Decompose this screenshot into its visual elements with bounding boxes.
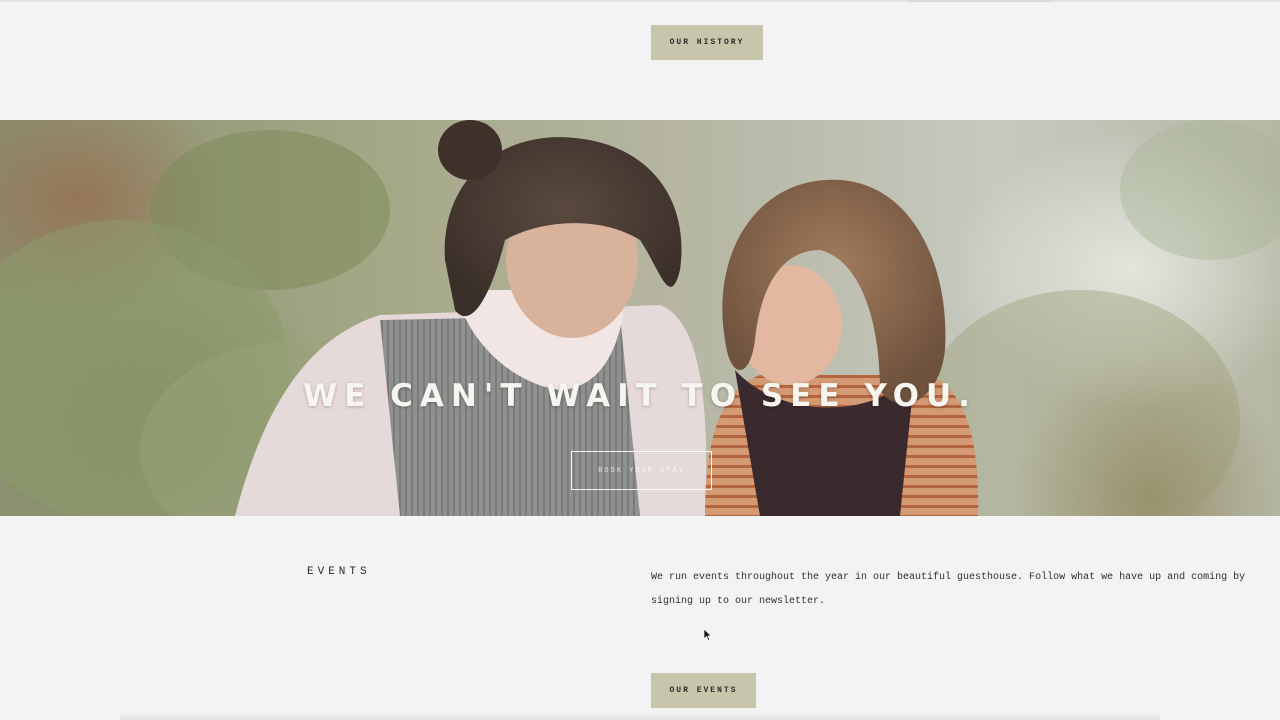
book-your-stay-button[interactable]: BOOK YOUR STAY (571, 451, 712, 490)
mouse-cursor-icon (704, 629, 712, 641)
our-events-button[interactable]: OUR EVENTS (651, 673, 756, 708)
bottom-shadow (120, 712, 1160, 720)
hero-title: WE CAN'T WAIT TO SEE YOU. (303, 378, 977, 414)
page: OUR HISTORY WE CAN'T WAIT TO SEE YOU. BO… (0, 0, 1280, 720)
events-heading: EVENTS (307, 566, 371, 578)
our-history-button[interactable]: OUR HISTORY (651, 25, 763, 60)
hero-banner: WE CAN'T WAIT TO SEE YOU. BOOK YOUR STAY (0, 120, 1280, 516)
events-description: We run events throughout the year in our… (651, 572, 1246, 607)
top-divider (0, 0, 1280, 2)
